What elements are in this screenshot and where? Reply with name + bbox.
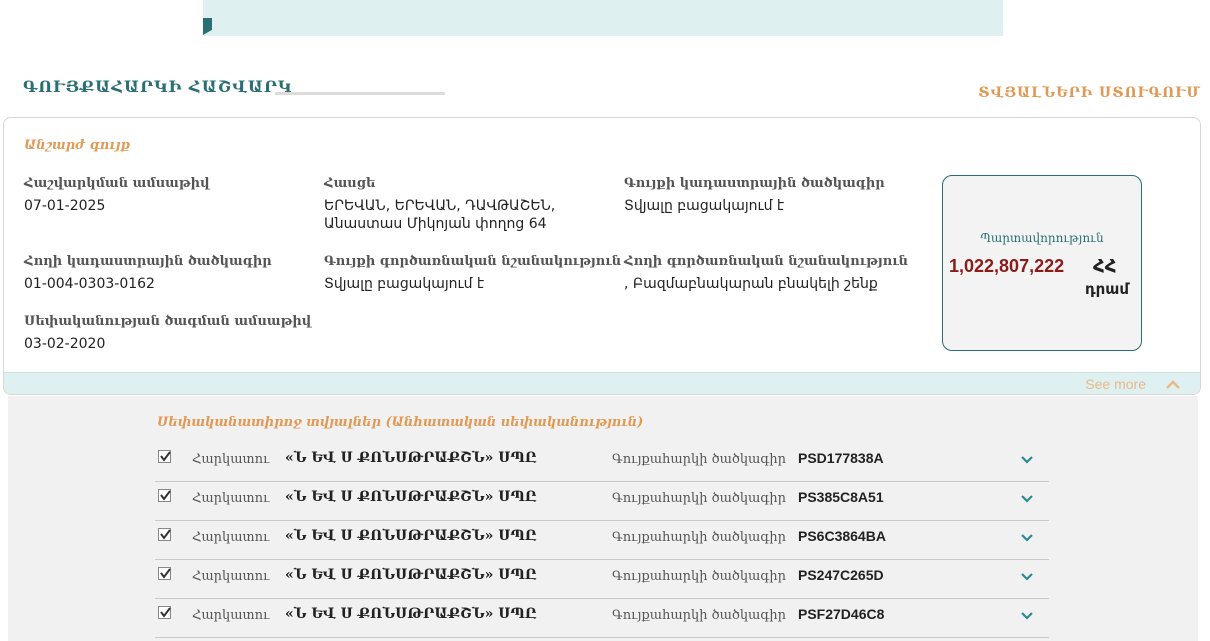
- field-label: Սեփականության ծագման ամսաթիվ: [24, 314, 312, 329]
- top-banner: [203, 0, 1003, 36]
- field-value: Տվյալը բացակայում է: [324, 276, 485, 292]
- owner-name: «Ն ԵՎ Ս ՔՈՆՍԹՐԱՔՇՆ» ՍՊԸ: [285, 567, 537, 583]
- owner-row: Հարկատու «Ն ԵՎ Ս ՔՈՆՍԹՐԱՔՇՆ» ՍՊԸ Գույքահ…: [155, 521, 1049, 560]
- field-property-cadastral: Գույքի կադաստրային ծածկագիր Տվյալը բացակ…: [624, 176, 885, 215]
- payer-label: Հարկատու: [192, 608, 270, 623]
- field-value: ԵՐԵՎԱՆ, ԵՐԵՎԱՆ, ԴԱՎԹԱՇԵՆ, Անաստաս Միկոյա…: [324, 198, 556, 232]
- field-value: Տվյալը բացակայում է: [624, 198, 785, 214]
- tax-code: PS247C265D: [798, 567, 884, 583]
- tax-code-label: Գույքահարկի ծածկագիր: [612, 569, 787, 584]
- obligation-box: Պարտավորություն 1,022,807,222 ՀՀ դրամ: [942, 175, 1142, 351]
- tax-code: PSF27D46C8: [798, 606, 885, 622]
- checkmark-icon: [160, 451, 171, 462]
- title-underline: [275, 92, 445, 95]
- checkmark-icon: [160, 568, 171, 579]
- checkmark-icon: [160, 607, 171, 618]
- card-footer: See more: [4, 372, 1200, 394]
- owner-row: Հարկատու «Ն ԵՎ Ս ՔՈՆՍԹՐԱՔՇՆ» ՍՊԸ Գույքահ…: [155, 599, 1049, 638]
- obligation-label: Պարտավորություն: [980, 231, 1104, 245]
- chevron-down-icon[interactable]: [1019, 454, 1035, 466]
- obligation-currency: ՀՀ: [1093, 256, 1117, 277]
- owner-row: Հարկատու «Ն ԵՎ Ս ՔՈՆՍԹՐԱՔՇՆ» ՍՊԸ Գույքահ…: [155, 560, 1049, 599]
- page-title: ԳՈՒՅՔԱՀԱՐԿԻ ՀԱՇՎԱՐԿ: [23, 77, 293, 96]
- field-label: Հողի գործառնական նշանակություն: [624, 254, 908, 269]
- chevron-down-icon[interactable]: [1019, 610, 1035, 622]
- tax-code: PS6C3864BA: [798, 528, 886, 544]
- field-value: , Բազմաբնակարան բնակելի շենք: [624, 276, 878, 292]
- owner-row: Հարկատու «Ն ԵՎ Ս ՔՈՆՍԹՐԱՔՇՆ» ՍՊԸ Գույքահ…: [155, 443, 1049, 482]
- owner-checkbox[interactable]: [158, 450, 171, 463]
- tax-code: PS385C8A51: [798, 489, 884, 505]
- checkmark-icon: [160, 490, 171, 501]
- field-value: 03-02-2020: [24, 336, 106, 352]
- field-label: Հասցե: [324, 176, 376, 191]
- payer-label: Հարկատու: [192, 491, 270, 506]
- field-ownership-date: Սեփականության ծագման ամսաթիվ 03-02-2020: [24, 314, 311, 353]
- tax-code-label: Գույքահարկի ծածկագիր: [612, 530, 787, 545]
- checkmark-icon: [160, 529, 171, 540]
- tax-code-label: Գույքահարկի ծածկագիր: [612, 608, 787, 623]
- owner-checkbox[interactable]: [158, 606, 171, 619]
- field-label: Գույքի գործառնական նշանակություն: [324, 254, 622, 269]
- field-value: 01-004-0303-0162: [24, 276, 155, 292]
- owner-checkbox[interactable]: [158, 489, 171, 502]
- field-calc-date: Հաշվարկման ամսաթիվ 07-01-2025: [24, 176, 209, 215]
- tax-code-label: Գույքահարկի ծածկագիր: [612, 452, 787, 467]
- owners-title: Սեփականատիրոջ տվյալներ (Անհատական սեփակա…: [157, 415, 644, 430]
- field-land-cadastral: Հողի կադաստրային ծածկագիր 01-004-0303-01…: [24, 254, 272, 293]
- obligation-unit: դրամ: [1085, 280, 1129, 298]
- owner-name: «Ն ԵՎ Ս ՔՈՆՍԹՐԱՔՇՆ» ՍՊԸ: [285, 489, 537, 505]
- owners-section: Սեփականատիրոջ տվյալներ (Անհատական սեփակա…: [8, 396, 1198, 641]
- field-label: Հողի կադաստրային ծածկագիր: [24, 254, 272, 269]
- owner-checkbox[interactable]: [158, 567, 171, 580]
- chevron-down-icon[interactable]: [1019, 532, 1035, 544]
- see-more-button[interactable]: See more: [1085, 376, 1146, 392]
- payer-label: Հարկատու: [192, 452, 270, 467]
- field-value: 07-01-2025: [24, 198, 106, 214]
- obligation-amount: 1,022,807,222: [949, 256, 1065, 276]
- payer-label: Հարկատու: [192, 569, 270, 584]
- chevron-down-icon[interactable]: [1019, 571, 1035, 583]
- property-card: Անշարժ գույք Հաշվարկման ամսաթիվ 07-01-20…: [3, 117, 1201, 395]
- chevron-down-icon[interactable]: [1019, 493, 1035, 505]
- owner-name: «Ն ԵՎ Ս ՔՈՆՍԹՐԱՔՇՆ» ՍՊԸ: [285, 450, 537, 466]
- owner-name: «Ն ԵՎ Ս ՔՈՆՍԹՐԱՔՇՆ» ՍՊԸ: [285, 528, 537, 544]
- owner-name: «Ն ԵՎ Ս ՔՈՆՍԹՐԱՔՇՆ» ՍՊԸ: [285, 606, 537, 622]
- property-type: Անշարժ գույք: [24, 138, 130, 153]
- payer-label: Հարկատու: [192, 530, 270, 545]
- tax-code-label: Գույքահարկի ծածկագիր: [612, 491, 787, 506]
- field-property-purpose: Գույքի գործառնական նշանակություն Տվյալը …: [324, 254, 621, 293]
- owner-row: Հարկատու «Ն ԵՎ Ս ՔՈՆՍԹՐԱՔՇՆ» ՍՊԸ Գույքահ…: [155, 482, 1049, 521]
- chevron-up-icon[interactable]: [1164, 376, 1182, 392]
- banner-corner-inner: [212, 18, 234, 32]
- field-address: Հասցե ԵՐԵՎԱՆ, ԵՐԵՎԱՆ, ԴԱՎԹԱՇԵՆ, Անաստաս …: [324, 176, 555, 233]
- data-search-link[interactable]: ՏՎՅԱԼՆԵՐԻ ՍՏՈՒԳՈՒՄ: [978, 85, 1201, 101]
- tax-code: PSD177838A: [798, 450, 884, 466]
- field-label: Գույքի կադաստրային ծածկագիր: [624, 176, 885, 191]
- owner-checkbox[interactable]: [158, 528, 171, 541]
- field-land-purpose: Հողի գործառնական նշանակություն , Բազմաբն…: [624, 254, 908, 293]
- field-label: Հաշվարկման ամսաթիվ: [24, 176, 210, 191]
